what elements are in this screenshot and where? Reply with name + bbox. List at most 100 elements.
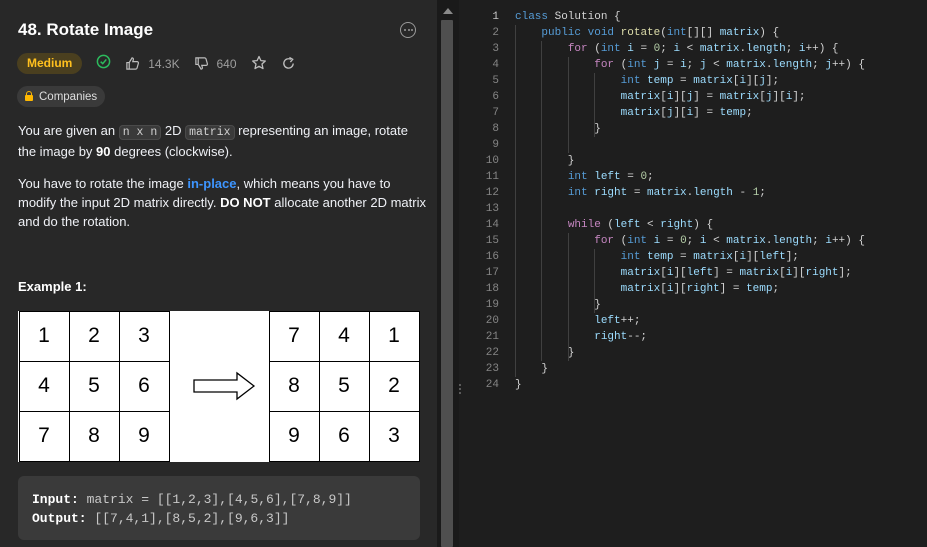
code-line[interactable]: 11 int left = 0; [464, 169, 927, 185]
code-token: ++) { [831, 235, 865, 247]
code-text: matrix[i][right] = temp; [515, 281, 779, 297]
code-editor[interactable]: 1 class Solution {2 public void rotate(in… [464, 0, 927, 547]
code-token: ++; [620, 315, 641, 327]
dislikes-count: 640 [216, 56, 237, 71]
line-number: 19 [485, 299, 499, 311]
matrix-after: 741852963 [268, 310, 420, 462]
code-line[interactable]: 17 matrix[i][left] = matrix[i][right]; [464, 265, 927, 281]
likes-count: 14.3K [148, 56, 180, 71]
code-token: i [680, 59, 687, 71]
panel-resize-handle[interactable] [459, 384, 463, 398]
code-token: . [765, 235, 773, 247]
problem-meta-row: Medium 14.3K 640 [17, 53, 296, 74]
code-line[interactable]: 13 [464, 201, 927, 217]
output-value: [[7,4,1],[8,5,2],[9,6,3]] [86, 511, 290, 526]
code-line[interactable]: 4 for (int j = i; j < matrix.length; j++… [464, 57, 927, 73]
code-token: = [660, 235, 681, 247]
code-line[interactable]: 15 for (int i = 0; i < matrix.length; i+… [464, 233, 927, 249]
solved-check-icon [96, 54, 111, 73]
code-token: } [515, 155, 575, 167]
code-token: right [686, 283, 720, 295]
matrix-cell: 2 [368, 360, 420, 412]
code-token: ]; [765, 75, 780, 87]
thumbs-down-icon [194, 55, 213, 71]
code-token: = [673, 251, 694, 263]
code-line[interactable]: 3 for (int i = 0; i < matrix.length; i++… [464, 41, 927, 57]
code-line[interactable]: 6 matrix[i][j] = matrix[j][i]; [464, 89, 927, 105]
code-token: int [627, 59, 654, 71]
description-panel: 48. Rotate Image Medium 14.3K 640 Compan… [0, 0, 437, 547]
line-number: 12 [485, 187, 499, 199]
code-token: < [680, 43, 700, 55]
code-text: } [515, 345, 575, 361]
code-line[interactable]: 5 int temp = matrix[i][j]; [464, 73, 927, 89]
code-token: ( [594, 43, 601, 55]
code-token: right [594, 187, 628, 199]
matrix-cell: 2 [68, 310, 120, 362]
code-text: } [515, 377, 522, 393]
dislike-button[interactable]: 640 [194, 53, 237, 75]
code-line[interactable]: 12 int right = matrix.length - 1; [464, 185, 927, 201]
code-token: matrix [739, 267, 780, 279]
matrix-cell: 6 [118, 360, 170, 412]
code-line[interactable]: 19 } [464, 297, 927, 313]
code-line[interactable]: 10 } [464, 153, 927, 169]
code-token: temp [719, 107, 747, 119]
line-number: 6 [492, 91, 499, 103]
description-scrollbar[interactable] [437, 0, 459, 547]
code-text: right--; [515, 329, 647, 345]
indent-guide [594, 249, 596, 313]
line-number: 7 [492, 107, 499, 119]
code-token: ][ [746, 251, 760, 263]
code-line[interactable]: 16 int temp = matrix[i][left]; [464, 249, 927, 265]
more-options-icon[interactable] [400, 22, 416, 38]
line-number: 15 [485, 235, 499, 247]
code-token: right [805, 267, 839, 279]
code-token: } [515, 379, 522, 391]
code-token: matrix [620, 107, 661, 119]
code-line[interactable]: 24} [464, 377, 927, 393]
code-line[interactable]: 2 public void rotate(int[][] matrix) { [464, 25, 927, 41]
code-text: matrix[j][i] = temp; [515, 105, 753, 121]
line-number: 8 [492, 123, 499, 135]
code-token: for [567, 43, 595, 55]
companies-tag[interactable]: Companies [17, 86, 106, 107]
code-token: matrix [726, 59, 766, 71]
share-icon[interactable] [281, 53, 296, 74]
line-number: 10 [485, 155, 499, 167]
scroll-up-arrow-icon[interactable] [443, 8, 453, 14]
code-text: int temp = matrix[i][j]; [515, 73, 779, 89]
example-image: 123456789 741852963 [18, 310, 420, 462]
thumbs-up-icon [125, 55, 144, 71]
code-token: j [759, 75, 766, 87]
code-line[interactable]: 14 while (left < right) { [464, 217, 927, 233]
code-text: int temp = matrix[i][left]; [515, 249, 799, 265]
problem-title[interactable]: 48. Rotate Image [18, 20, 153, 40]
code-line[interactable]: 23 } [464, 361, 927, 377]
in-place-link[interactable]: in-place [187, 176, 236, 191]
code-line[interactable]: 20 left++; [464, 313, 927, 329]
scrollbar-thumb[interactable] [441, 20, 453, 547]
code-line[interactable]: 8 } [464, 121, 927, 137]
code-token: = [620, 171, 641, 183]
code-token: right [660, 219, 694, 231]
code-line[interactable]: 1 class Solution { [464, 9, 927, 25]
code-line[interactable]: 7 matrix[j][i] = temp; [464, 105, 927, 121]
inline-code-nxn: n x n [118, 125, 162, 140]
code-line[interactable]: 22 } [464, 345, 927, 361]
matrix-cell: 5 [318, 360, 370, 412]
like-button[interactable]: 14.3K [125, 53, 180, 75]
code-token: [ [779, 267, 786, 279]
code-token: rotate [620, 27, 661, 39]
indent-guide [594, 73, 596, 137]
code-line[interactable]: 18 matrix[i][right] = temp; [464, 281, 927, 297]
code-token: left [759, 251, 786, 263]
code-token: j [765, 91, 773, 103]
code-token: ++) { [805, 43, 839, 55]
code-line[interactable]: 21 right--; [464, 329, 927, 345]
code-line[interactable]: 9 [464, 137, 927, 153]
line-number: 14 [485, 219, 499, 231]
star-icon[interactable] [251, 53, 267, 74]
